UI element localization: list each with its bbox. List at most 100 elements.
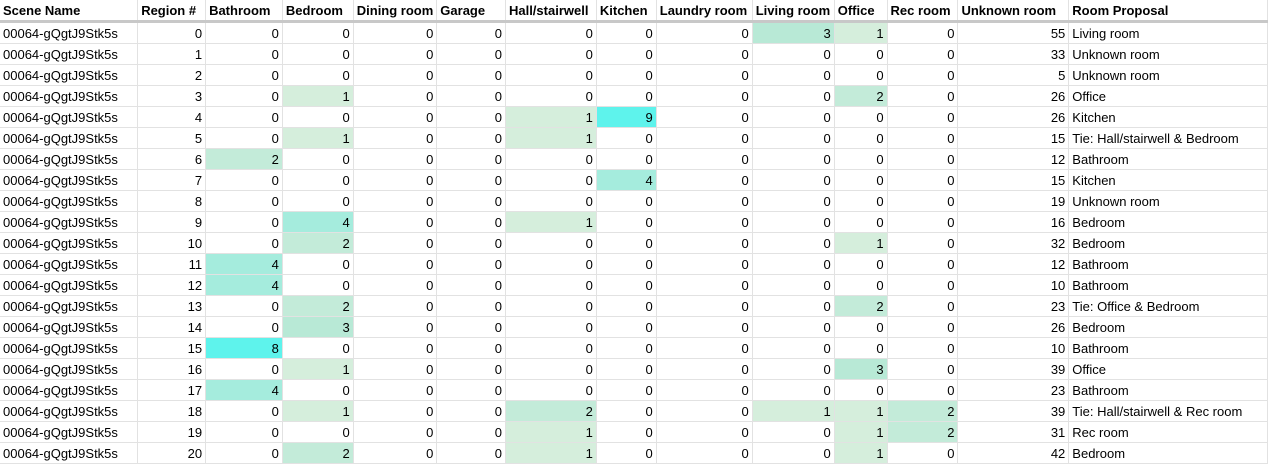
dining-room-count-cell[interactable]: 0 xyxy=(353,169,438,191)
region-cell[interactable]: 1 xyxy=(137,43,207,65)
room-proposal-cell[interactable]: Kitchen xyxy=(1068,169,1268,191)
rec-room-count-cell[interactable]: 0 xyxy=(887,211,959,233)
rec-room-count-cell[interactable]: 0 xyxy=(887,295,959,317)
unknown-room-cell[interactable]: 26 xyxy=(957,85,1070,107)
region-cell[interactable]: 19 xyxy=(137,421,207,443)
dining-room-count-cell[interactable]: 0 xyxy=(353,21,438,44)
garage-count-cell[interactable]: 0 xyxy=(436,274,506,296)
column-header-bedroom[interactable]: Bedroom xyxy=(282,0,354,23)
region-cell[interactable]: 0 xyxy=(137,21,207,44)
unknown-room-cell[interactable]: 23 xyxy=(957,295,1070,317)
unknown-room-cell[interactable]: 23 xyxy=(957,379,1070,401)
laundry-room-count-cell[interactable]: 0 xyxy=(656,190,753,212)
garage-count-cell[interactable]: 0 xyxy=(436,400,506,422)
garage-count-cell[interactable]: 0 xyxy=(436,127,506,149)
region-cell[interactable]: 20 xyxy=(137,442,207,464)
room-proposal-cell[interactable]: Tie: Hall/stairwell & Bedroom xyxy=(1068,127,1268,149)
bedroom-count-cell[interactable]: 0 xyxy=(282,148,354,170)
dining-room-count-cell[interactable]: 0 xyxy=(353,148,438,170)
laundry-room-count-cell[interactable]: 0 xyxy=(656,64,753,86)
scene-name-cell[interactable]: 00064-gQgtJ9Stk5s xyxy=(0,21,139,44)
office-count-cell[interactable]: 3 xyxy=(834,358,888,380)
column-header-living-room[interactable]: Living room xyxy=(752,0,835,23)
room-proposal-cell[interactable]: Office xyxy=(1068,85,1268,107)
unknown-room-cell[interactable]: 15 xyxy=(957,169,1070,191)
rec-room-count-cell[interactable]: 0 xyxy=(887,379,959,401)
scene-name-cell[interactable]: 00064-gQgtJ9Stk5s xyxy=(0,190,139,212)
hall-stairwell-count-cell[interactable]: 1 xyxy=(505,421,597,443)
bedroom-count-cell[interactable]: 0 xyxy=(282,337,354,359)
unknown-room-cell[interactable]: 39 xyxy=(957,358,1070,380)
kitchen-count-cell[interactable]: 0 xyxy=(596,85,657,107)
dining-room-count-cell[interactable]: 0 xyxy=(353,85,438,107)
rec-room-count-cell[interactable]: 0 xyxy=(887,21,959,44)
kitchen-count-cell[interactable]: 0 xyxy=(596,421,657,443)
office-count-cell[interactable]: 1 xyxy=(834,442,888,464)
scene-name-cell[interactable]: 00064-gQgtJ9Stk5s xyxy=(0,64,139,86)
laundry-room-count-cell[interactable]: 0 xyxy=(656,21,753,44)
laundry-room-count-cell[interactable]: 0 xyxy=(656,421,753,443)
unknown-room-cell[interactable]: 10 xyxy=(957,274,1070,296)
dining-room-count-cell[interactable]: 0 xyxy=(353,421,438,443)
dining-room-count-cell[interactable]: 0 xyxy=(353,337,438,359)
region-cell[interactable]: 8 xyxy=(137,190,207,212)
laundry-room-count-cell[interactable]: 0 xyxy=(656,232,753,254)
laundry-room-count-cell[interactable]: 0 xyxy=(656,43,753,65)
rec-room-count-cell[interactable]: 0 xyxy=(887,274,959,296)
hall-stairwell-count-cell[interactable]: 0 xyxy=(505,148,597,170)
room-proposal-cell[interactable]: Bathroom xyxy=(1068,253,1268,275)
kitchen-count-cell[interactable]: 9 xyxy=(596,106,657,128)
laundry-room-count-cell[interactable]: 0 xyxy=(656,358,753,380)
bathroom-count-cell[interactable]: 4 xyxy=(205,253,283,275)
office-count-cell[interactable]: 0 xyxy=(834,253,888,275)
office-count-cell[interactable]: 0 xyxy=(834,337,888,359)
room-proposal-cell[interactable]: Unknown room xyxy=(1068,43,1268,65)
garage-count-cell[interactable]: 0 xyxy=(436,295,506,317)
living-room-count-cell[interactable]: 0 xyxy=(752,232,835,254)
hall-stairwell-count-cell[interactable]: 0 xyxy=(505,379,597,401)
bathroom-count-cell[interactable]: 0 xyxy=(205,400,283,422)
bedroom-count-cell[interactable]: 2 xyxy=(282,232,354,254)
living-room-count-cell[interactable]: 0 xyxy=(752,379,835,401)
laundry-room-count-cell[interactable]: 0 xyxy=(656,379,753,401)
garage-count-cell[interactable]: 0 xyxy=(436,421,506,443)
kitchen-count-cell[interactable]: 4 xyxy=(596,169,657,191)
bedroom-count-cell[interactable]: 0 xyxy=(282,64,354,86)
bedroom-count-cell[interactable]: 1 xyxy=(282,127,354,149)
region-cell[interactable]: 5 xyxy=(137,127,207,149)
dining-room-count-cell[interactable]: 0 xyxy=(353,379,438,401)
unknown-room-cell[interactable]: 19 xyxy=(957,190,1070,212)
office-count-cell[interactable]: 0 xyxy=(834,190,888,212)
laundry-room-count-cell[interactable]: 0 xyxy=(656,253,753,275)
bedroom-count-cell[interactable]: 0 xyxy=(282,274,354,296)
unknown-room-cell[interactable]: 55 xyxy=(957,21,1070,44)
laundry-room-count-cell[interactable]: 0 xyxy=(656,295,753,317)
region-cell[interactable]: 12 xyxy=(137,274,207,296)
bathroom-count-cell[interactable]: 4 xyxy=(205,274,283,296)
rec-room-count-cell[interactable]: 0 xyxy=(887,358,959,380)
bedroom-count-cell[interactable]: 1 xyxy=(282,400,354,422)
kitchen-count-cell[interactable]: 0 xyxy=(596,232,657,254)
region-cell[interactable]: 13 xyxy=(137,295,207,317)
region-cell[interactable]: 14 xyxy=(137,316,207,338)
scene-name-cell[interactable]: 00064-gQgtJ9Stk5s xyxy=(0,442,139,464)
garage-count-cell[interactable]: 0 xyxy=(436,64,506,86)
hall-stairwell-count-cell[interactable]: 0 xyxy=(505,232,597,254)
hall-stairwell-count-cell[interactable]: 0 xyxy=(505,358,597,380)
kitchen-count-cell[interactable]: 0 xyxy=(596,21,657,44)
dining-room-count-cell[interactable]: 0 xyxy=(353,64,438,86)
dining-room-count-cell[interactable]: 0 xyxy=(353,211,438,233)
hall-stairwell-count-cell[interactable]: 1 xyxy=(505,127,597,149)
scene-name-cell[interactable]: 00064-gQgtJ9Stk5s xyxy=(0,232,139,254)
scene-name-cell[interactable]: 00064-gQgtJ9Stk5s xyxy=(0,400,139,422)
region-cell[interactable]: 3 xyxy=(137,85,207,107)
bathroom-count-cell[interactable]: 0 xyxy=(205,442,283,464)
rec-room-count-cell[interactable]: 0 xyxy=(887,253,959,275)
garage-count-cell[interactable]: 0 xyxy=(436,85,506,107)
bedroom-count-cell[interactable]: 0 xyxy=(282,190,354,212)
bathroom-count-cell[interactable]: 0 xyxy=(205,169,283,191)
garage-count-cell[interactable]: 0 xyxy=(436,232,506,254)
dining-room-count-cell[interactable]: 0 xyxy=(353,358,438,380)
rec-room-count-cell[interactable]: 0 xyxy=(887,169,959,191)
unknown-room-cell[interactable]: 26 xyxy=(957,106,1070,128)
